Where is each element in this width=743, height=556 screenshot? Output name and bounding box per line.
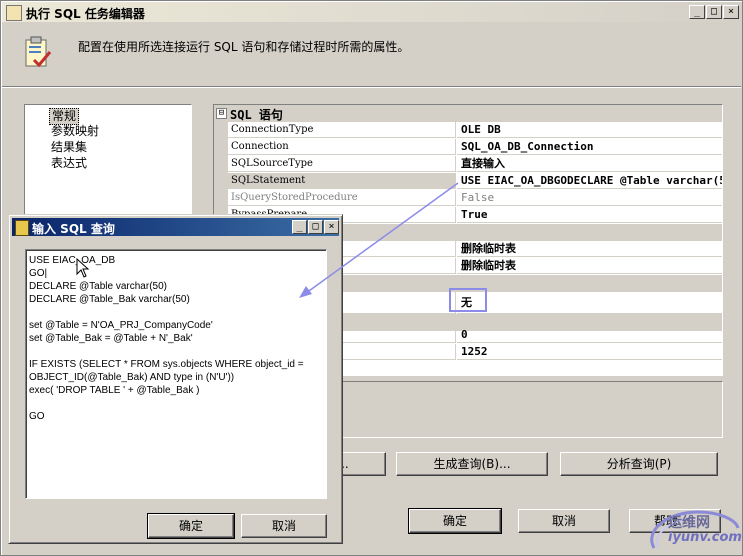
property-name: Connection (228, 139, 456, 155)
dialog-title: 输入 SQL 查询 (32, 222, 115, 236)
ok-button[interactable]: 确定 (408, 508, 502, 534)
cancel-button[interactable]: 取消 (518, 509, 610, 533)
dialog-maximize-button[interactable]: □ (308, 220, 323, 234)
dialog-titlebar[interactable]: 输入 SQL 查询 _ □ × (12, 218, 339, 236)
nav-item-general[interactable]: 常规 (49, 108, 80, 125)
nav-item-result-set[interactable]: 结果集 (49, 140, 89, 155)
property-value[interactable]: True (457, 207, 722, 223)
close-button[interactable]: × (723, 5, 739, 19)
maximize-button[interactable]: □ (706, 5, 722, 19)
window-title: 执行 SQL 任务编辑器 (26, 7, 145, 21)
grid-category-sql-statement[interactable]: ⊟ SQL 语句 (214, 105, 722, 122)
property-value[interactable]: 0 (457, 327, 722, 343)
dialog-close-button[interactable]: × (324, 220, 339, 234)
nav-item-parameter-mapping[interactable]: 参数映射 (49, 124, 101, 139)
property-value[interactable]: SQL_OA_DB_Connection (457, 139, 722, 155)
row-gutter (214, 139, 228, 156)
category-label: SQL 语句 (230, 108, 283, 122)
sql-query-textarea[interactable]: USE EIAC_OA_DB GO| DECLARE @Table varcha… (25, 249, 327, 499)
property-value[interactable]: 无 (457, 292, 722, 314)
window-titlebar[interactable]: 执行 SQL 任务编辑器 _ □ × (2, 2, 741, 22)
mouse-cursor-icon (76, 258, 90, 278)
grid-row-sqlstatement[interactable]: SQLStatement USE EIAC_OA_DBGODECLARE @Ta… (214, 173, 722, 190)
collapse-icon[interactable]: ⊟ (216, 108, 227, 119)
clipboard-check-icon (25, 36, 52, 68)
parse-query-button[interactable]: 分析查询(P) (560, 452, 718, 476)
minimize-button[interactable]: _ (689, 5, 705, 19)
watermark-brand: 运维网 (668, 515, 710, 531)
property-name: SQLSourceType (228, 156, 456, 172)
grid-row-sqlsourcetype[interactable]: SQLSourceType 直接输入 (214, 156, 722, 173)
nav-panel: 常规 参数映射 结果集 表达式 (24, 104, 192, 226)
property-value[interactable]: USE EIAC_OA_DBGODECLARE @Table varchar(5… (457, 173, 722, 189)
dialog-minimize-button[interactable]: _ (292, 220, 307, 234)
property-value[interactable]: 直接输入 (457, 156, 722, 172)
database-icon (15, 220, 29, 236)
property-value[interactable]: 删除临时表 (457, 258, 722, 274)
row-gutter (214, 173, 228, 190)
task-editor-icon (6, 5, 22, 21)
build-query-button[interactable]: 生成查询(B)... (396, 452, 548, 476)
header-description: 配置在使用所选连接运行 SQL 语句和存储过程时所需的属性。 (78, 40, 410, 54)
property-value[interactable]: 删除临时表 (457, 241, 722, 257)
dialog-ok-button[interactable]: 确定 (147, 513, 235, 539)
grid-row-isquerystoredprocedure[interactable]: IsQueryStoredProcedure False (214, 190, 722, 207)
row-gutter (214, 122, 228, 139)
dialog-cancel-button[interactable]: 取消 (241, 514, 327, 538)
property-value[interactable]: 1252 (457, 344, 722, 360)
row-gutter (214, 190, 228, 207)
property-value[interactable]: OLE DB (457, 122, 722, 138)
property-name: IsQueryStoredProcedure (228, 190, 456, 206)
row-gutter (214, 156, 228, 173)
property-name: ConnectionType (228, 122, 456, 138)
watermark-url: iyunv.com (668, 530, 742, 545)
resultset-highlight (449, 288, 487, 312)
grid-row-connection[interactable]: Connection SQL_OA_DB_Connection (214, 139, 722, 156)
header-separator (2, 86, 741, 88)
property-value: False (457, 190, 722, 206)
sql-query-dialog: 输入 SQL 查询 _ □ × USE EIAC_OA_DB GO| DECLA… (8, 214, 343, 544)
grid-row-connectiontype[interactable]: ConnectionType OLE DB (214, 122, 722, 139)
property-name: SQLStatement (228, 173, 456, 189)
nav-item-expressions[interactable]: 表达式 (49, 156, 89, 171)
